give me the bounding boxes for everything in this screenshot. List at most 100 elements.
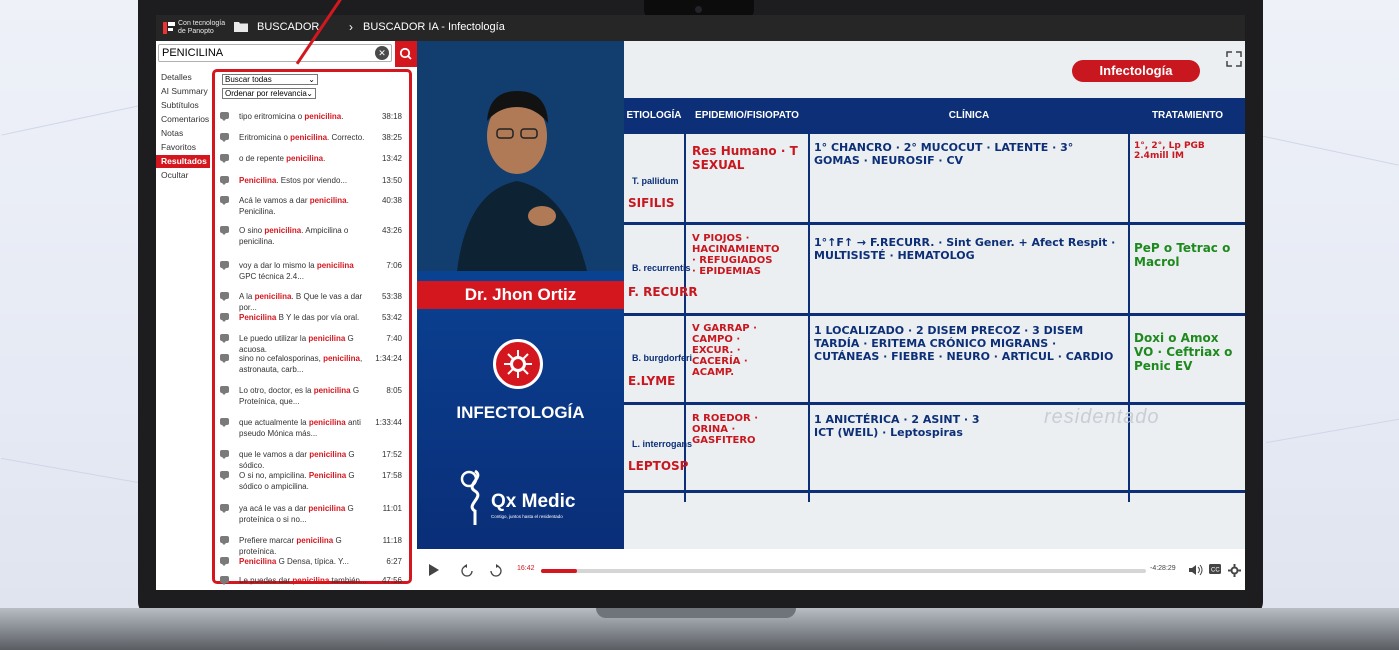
progress-track[interactable]: [541, 569, 1146, 573]
result-timestamp[interactable]: 17:58: [382, 470, 402, 481]
sidebar-item-notes[interactable]: Notas: [156, 127, 210, 140]
sidebar-item-ai-summary[interactable]: AI Summary: [156, 85, 210, 98]
sidebar-item-favorites[interactable]: Favoritos: [156, 141, 210, 154]
volume-icon[interactable]: [1189, 564, 1203, 576]
result-timestamp[interactable]: 43:26: [382, 225, 402, 236]
sidebar-item-results[interactable]: Resultados: [156, 155, 210, 168]
result-item[interactable]: tipo eritromicina o penicilina. 38:18: [220, 111, 405, 122]
close-circle-icon[interactable]: ✕: [375, 46, 389, 60]
result-text-before: Prefiere marcar: [239, 536, 297, 545]
result-keyword: penicilina: [290, 133, 328, 142]
result-item[interactable]: Acá le vamos a dar penicilina. Penicilin…: [220, 195, 405, 217]
result-keyword: penicilina: [313, 386, 351, 395]
sidebar-item-comments[interactable]: Comentarios: [156, 113, 210, 126]
result-item[interactable]: ya acá le vas a dar penicilina G proteín…: [220, 503, 405, 525]
result-timestamp[interactable]: 11:18: [383, 535, 402, 546]
search-button[interactable]: [395, 41, 417, 67]
comment-bubble-icon: [220, 292, 229, 301]
result-keyword: penicilina: [286, 154, 324, 163]
folder-link[interactable]: BUSCADOR: [257, 21, 319, 33]
sidebar-item-details[interactable]: Detalles: [156, 71, 210, 84]
video-player[interactable]: Dr. Jhon Ortiz INFECTOLOGÍA Qx Medic Con…: [417, 41, 1245, 590]
result-text: que actualmente la penicilina anti pseud…: [239, 417, 369, 439]
presenter-video: [417, 41, 624, 271]
result-item[interactable]: Le puedes dar penicilina también... 47:56: [220, 575, 405, 585]
result-item[interactable]: Penicilina. Estos por viendo... 13:50: [220, 175, 405, 186]
result-timestamp[interactable]: 1:34:24: [375, 353, 402, 364]
qx-medic-logo: Qx Medic Contigo, juntos hasta el reside…: [455, 467, 595, 537]
result-item[interactable]: Le puedo utilizar la penicilina G acuosa…: [220, 333, 405, 354]
result-text-before: A la: [239, 292, 255, 301]
result-item[interactable]: o de repente penicilina. 13:42: [220, 153, 405, 164]
result-text: o de repente penicilina.: [239, 153, 369, 164]
result-item[interactable]: Penicilina G Densa, típica. Y... 6:27: [220, 556, 405, 567]
result-timestamp[interactable]: 40:38: [382, 195, 402, 206]
play-icon[interactable]: [429, 564, 439, 576]
disease-label: F. RECURR: [628, 285, 698, 299]
result-item[interactable]: O si no, ampicilina. Penicilina G sódico…: [220, 470, 405, 492]
result-timestamp[interactable]: 38:25: [382, 132, 402, 143]
result-timestamp[interactable]: 13:50: [382, 175, 402, 186]
background-line: [1261, 135, 1399, 166]
result-item[interactable]: O sino penicilina. Ampicilina o penicili…: [220, 225, 405, 247]
result-text: Prefiere marcar penicilina G proteínica.: [239, 535, 369, 557]
result-timestamp[interactable]: 7:06: [386, 260, 402, 271]
sort-select-value: Ordenar por relevancia: [225, 89, 307, 98]
organism-label: B. burgdorferi: [632, 353, 692, 363]
result-text: Lo otro, doctor, es la penicilina G Prot…: [239, 385, 369, 407]
result-timestamp[interactable]: 1:33:44: [375, 417, 402, 428]
result-keyword: penicilina: [316, 261, 354, 270]
settings-icon[interactable]: [1228, 564, 1241, 577]
fullscreen-icon[interactable]: [1226, 51, 1242, 67]
result-text-before: sino no cefalosporinas,: [239, 354, 324, 363]
lecture-slide: Infectología ETIOLOGÍA EPIDEMIO/FISIOPAT…: [624, 41, 1245, 549]
progress-fill: [541, 569, 577, 573]
scope-select[interactable]: Buscar todas ⌄: [222, 74, 318, 85]
result-timestamp[interactable]: 13:42: [382, 153, 402, 164]
result-item[interactable]: sino no cefalosporinas, penicilina, astr…: [220, 353, 405, 375]
result-item[interactable]: Penicilina B Y le das por vía oral. 53:42: [220, 312, 405, 323]
result-text: tipo eritromicina o penicilina.: [239, 111, 369, 122]
result-item[interactable]: Prefiere marcar penicilina G proteínica.…: [220, 535, 405, 556]
result-text-before: Lo otro, doctor, es la: [239, 386, 314, 395]
result-item[interactable]: voy a dar lo mismo la penicilina GPC téc…: [220, 260, 405, 282]
remaining-time: -4:28:29: [1150, 565, 1176, 572]
comment-bubble-icon: [220, 226, 229, 235]
column-header: EPIDEMIO/FISIOPATO: [686, 98, 808, 134]
sidebar-item-captions[interactable]: Subtítulos: [156, 99, 210, 112]
result-item[interactable]: Lo otro, doctor, es la penicilina G Prot…: [220, 385, 405, 407]
result-text-before: ya acá le vas a dar: [239, 504, 309, 513]
result-timestamp[interactable]: 38:18: [382, 111, 402, 122]
sidebar: Detalles AI Summary Subtítulos Comentari…: [156, 67, 210, 590]
result-text: Acá le vamos a dar penicilina. Penicilin…: [239, 195, 369, 217]
result-timestamp[interactable]: 8:05: [386, 385, 402, 396]
result-item[interactable]: A la penicilina. B Que le vas a dar por.…: [220, 291, 405, 312]
comment-bubble-icon: [220, 418, 229, 427]
result-item[interactable]: que le vamos a dar penicilina G sódico. 1…: [220, 449, 405, 470]
result-item[interactable]: Eritromicina o penicilina. Correcto. 38:2…: [220, 132, 405, 143]
search-input[interactable]: [158, 44, 392, 62]
result-text-before: Eritromicina o: [239, 133, 291, 142]
comment-bubble-icon: [220, 176, 229, 185]
rewind-10-icon[interactable]: [460, 564, 474, 578]
result-timestamp[interactable]: 17:52: [382, 449, 402, 460]
result-timestamp[interactable]: 11:01: [383, 503, 402, 514]
sort-select[interactable]: Ordenar por relevancia ⌄: [222, 88, 316, 99]
column-header: TRATAMIENTO: [1130, 98, 1245, 134]
result-timestamp[interactable]: 53:42: [382, 312, 402, 323]
result-timestamp[interactable]: 47:56: [382, 575, 402, 585]
folder-icon: [234, 22, 248, 32]
virus-icon: [493, 339, 543, 389]
result-timestamp[interactable]: 6:27: [386, 556, 402, 567]
forward-10-icon[interactable]: [489, 564, 503, 578]
sidebar-item-hide[interactable]: Ocultar: [156, 169, 210, 182]
result-timestamp[interactable]: 53:38: [382, 291, 402, 302]
result-text-before: o de repente: [239, 154, 287, 163]
result-text-before: que le vamos a dar: [239, 450, 310, 459]
session-title: BUSCADOR IA - Infectología: [363, 21, 505, 33]
result-text: O si no, ampicilina. Penicilina G sódico…: [239, 470, 369, 492]
result-item[interactable]: que actualmente la penicilina anti pseud…: [220, 417, 405, 439]
captions-icon[interactable]: CC: [1209, 564, 1221, 574]
result-text: A la penicilina. B Que le vas a dar por.…: [239, 291, 369, 313]
result-timestamp[interactable]: 7:40: [386, 333, 402, 344]
